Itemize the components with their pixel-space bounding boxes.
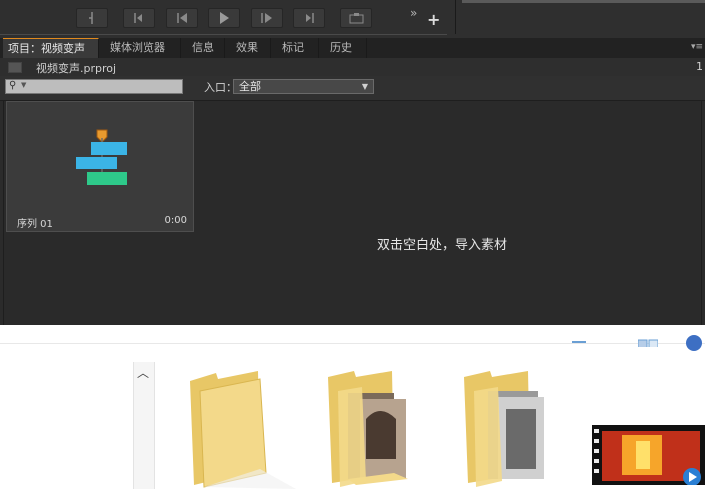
chevron-down-icon: ▼ bbox=[361, 82, 368, 91]
go-to-in-icon bbox=[134, 13, 142, 23]
add-button-icon[interactable]: + bbox=[427, 10, 440, 29]
details-view-icon[interactable] bbox=[572, 341, 586, 346]
sequence-icon bbox=[76, 129, 127, 185]
scroll-up-arrow-icon[interactable]: ︿ bbox=[137, 364, 149, 381]
folder-icon[interactable] bbox=[186, 369, 296, 489]
help-icon[interactable] bbox=[686, 335, 702, 351]
sequence-name: 序列 01 bbox=[17, 219, 53, 230]
folder-photos-icon[interactable] bbox=[326, 369, 426, 489]
entry-select[interactable]: 全部 ▼ bbox=[233, 79, 374, 94]
project-panel-tabs: 项目：视频变声× 媒体浏览器 信息 效果 标记 历史 bbox=[0, 38, 705, 75]
file-explorer-window: ︿ bbox=[0, 325, 705, 489]
preview-pane-icon[interactable] bbox=[638, 339, 658, 347]
search-icon: ⚲ bbox=[9, 80, 17, 91]
tab-info-label: 信息 bbox=[192, 41, 214, 54]
export-frame-button[interactable] bbox=[340, 8, 372, 28]
mark-in-icon bbox=[89, 12, 93, 24]
empty-area-hint: 双击空白处，导入素材 bbox=[377, 238, 508, 253]
go-to-out-icon bbox=[306, 13, 314, 23]
camera-icon bbox=[349, 13, 364, 24]
search-dropdown-icon[interactable]: ▼ bbox=[21, 81, 26, 89]
project-bin-area[interactable]: 序列 01 0:00 双击空白处，导入素材 bbox=[3, 101, 702, 325]
secondary-panel bbox=[455, 0, 705, 34]
step-back-icon bbox=[177, 13, 187, 23]
project-info-row: 视频变声.prproj 1 bbox=[0, 58, 705, 76]
tab-effects-label: 效果 bbox=[236, 41, 258, 54]
tab-info[interactable]: 信息 bbox=[182, 38, 225, 58]
toolbar-divider bbox=[0, 343, 705, 344]
sequence-item[interactable]: 序列 01 0:00 bbox=[6, 101, 194, 232]
step-back-button[interactable] bbox=[166, 8, 198, 28]
tab-history[interactable]: 历史 bbox=[320, 38, 367, 58]
go-to-out-button[interactable] bbox=[293, 8, 325, 28]
tab-project-label: 项目：视频变声 bbox=[8, 42, 85, 55]
search-row: ⚲ ▼ 入口： 全部 ▼ bbox=[0, 76, 705, 101]
timeline-strip bbox=[462, 0, 705, 3]
premiere-window: » + 项目：视频变声× 媒体浏览器 信息 效果 标记 历史 ▾≡ 视频变声.p… bbox=[0, 0, 705, 325]
search-input[interactable]: ⚲ ▼ bbox=[5, 79, 183, 94]
tab-markers[interactable]: 标记 bbox=[272, 38, 319, 58]
more-controls-chevron-icon[interactable]: » bbox=[410, 6, 417, 20]
tab-history-label: 历史 bbox=[330, 41, 352, 54]
tab-markers-label: 标记 bbox=[282, 41, 304, 54]
video-thumbnail-icon[interactable] bbox=[592, 425, 705, 485]
project-file-name: 视频变声.prproj bbox=[36, 62, 117, 75]
item-count: 1 bbox=[696, 60, 703, 73]
folder-photos-icon[interactable] bbox=[462, 369, 562, 489]
step-forward-button[interactable] bbox=[251, 8, 283, 28]
program-transport-bar: » + bbox=[0, 0, 705, 38]
step-forward-icon bbox=[261, 13, 272, 23]
sequence-duration: 0:00 bbox=[164, 215, 187, 226]
entry-select-value: 全部 bbox=[239, 80, 261, 93]
go-to-in-button[interactable] bbox=[123, 8, 155, 28]
navigation-scrollbar[interactable]: ︿ bbox=[133, 362, 155, 489]
project-thumbnail-icon bbox=[8, 62, 22, 73]
play-icon bbox=[220, 12, 229, 24]
mark-in-button[interactable] bbox=[76, 8, 108, 28]
tab-project[interactable]: 项目：视频变声× bbox=[3, 38, 99, 75]
play-button[interactable] bbox=[208, 8, 240, 28]
tab-effects[interactable]: 效果 bbox=[226, 38, 271, 58]
tab-media-browser-label: 媒体浏览器 bbox=[110, 41, 165, 54]
tab-media-browser[interactable]: 媒体浏览器 bbox=[100, 38, 181, 58]
panel-menu-icon[interactable]: ▾≡ bbox=[691, 42, 703, 52]
